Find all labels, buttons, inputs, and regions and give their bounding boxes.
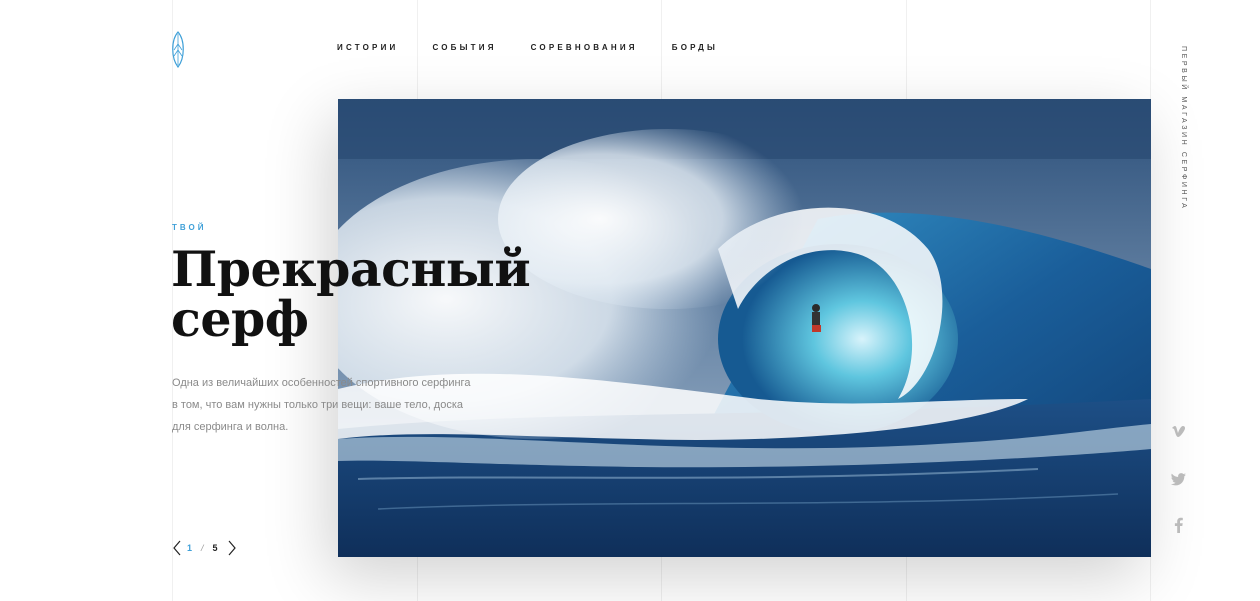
- hero-title-line1: Прекрасный: [171, 240, 531, 298]
- vimeo-icon[interactable]: [1170, 422, 1188, 440]
- nav-item-competitions[interactable]: СОРЕВНОВАНИЯ: [531, 43, 638, 52]
- surfboard-logo-icon[interactable]: [168, 30, 188, 70]
- pager-separator: /: [201, 543, 204, 553]
- nav-item-stories[interactable]: ИСТОРИИ: [337, 43, 398, 52]
- slide-pager: 1 / 5: [171, 540, 238, 556]
- surfer-figure: [812, 304, 821, 332]
- hero-description: Одна из величайших особенностей спортивн…: [172, 377, 471, 433]
- chevron-right-icon[interactable]: [226, 540, 238, 556]
- main-nav: ИСТОРИИ СОБЫТИЯ СОРЕВНОВАНИЯ БОРДЫ: [337, 43, 752, 52]
- hero-title-line2: серф: [171, 290, 309, 348]
- nav-item-boards[interactable]: БОРДЫ: [672, 43, 718, 52]
- hero-title: Прекрасный серф: [171, 244, 531, 344]
- chevron-left-icon[interactable]: [171, 540, 183, 556]
- twitter-icon[interactable]: [1170, 470, 1188, 488]
- side-tagline: ПЕРВЫЙ МАГАЗИН СЕРФИНГА: [1180, 46, 1187, 211]
- pager-current: 1: [187, 543, 193, 553]
- hero-eyebrow: ТВОЙ: [172, 223, 207, 232]
- pager-total: 5: [212, 543, 218, 553]
- nav-item-events[interactable]: СОБЫТИЯ: [432, 43, 496, 52]
- facebook-icon[interactable]: [1170, 516, 1188, 534]
- page: ИСТОРИИ СОБЫТИЯ СОРЕВНОВАНИЯ БОРДЫ ТВОЙ …: [0, 0, 1260, 601]
